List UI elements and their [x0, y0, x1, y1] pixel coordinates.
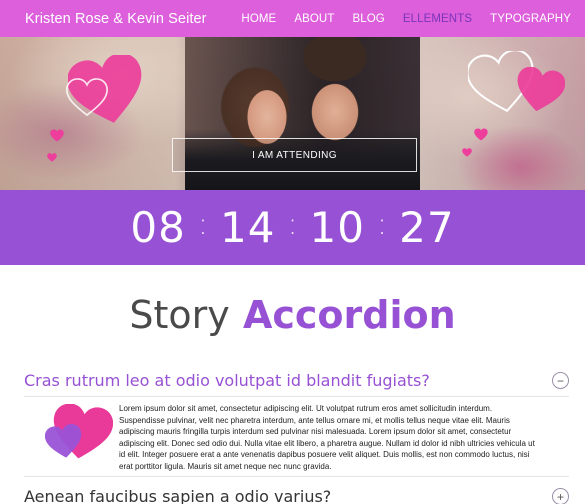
countdown-separator: : — [287, 207, 298, 242]
accordion-item-1: Cras rutrum leo at odio volutpat id blan… — [24, 371, 569, 390]
accordion-body-1: Lorem ipsum dolor sit amet, consectetur … — [24, 403, 569, 472]
countdown-days: 08 — [130, 203, 186, 252]
nav-ellements[interactable]: ELLEMENTS — [403, 13, 472, 25]
heart-icon — [517, 67, 565, 112]
hearts-image — [24, 403, 119, 463]
section-title-light: Story — [129, 293, 230, 337]
small-heart-icon — [47, 153, 57, 162]
heart-icon — [45, 424, 82, 458]
countdown-separator: : — [197, 207, 208, 242]
countdown-separator: : — [377, 207, 388, 242]
accordion-divider — [24, 396, 569, 397]
accordion-content-text: Lorem ipsum dolor sit amet, consectetur … — [119, 404, 535, 471]
section-title: Story Accordion — [0, 293, 585, 337]
collapse-icon[interactable]: − — [552, 372, 569, 389]
nav-typography[interactable]: TYPOGRAPHY — [490, 13, 571, 25]
nav-blog[interactable]: BLOG — [352, 13, 384, 25]
accordion-header-2[interactable]: Aenean faucibus sapien a odio varius? + — [24, 487, 569, 504]
accordion-header-1[interactable]: Cras rutrum leo at odio volutpat id blan… — [24, 371, 569, 390]
small-heart-icon — [462, 148, 472, 157]
heart-outline-icon — [66, 78, 108, 117]
top-navbar: Kristen Rose & Kevin Seiter HOME ABOUT B… — [0, 0, 585, 37]
site-brand[interactable]: Kristen Rose & Kevin Seiter — [25, 11, 207, 27]
accordion-item-2: Aenean faucibus sapien a odio varius? + — [24, 487, 569, 504]
countdown-seconds: 27 — [399, 203, 455, 252]
expand-icon[interactable]: + — [552, 488, 569, 504]
nav-home[interactable]: HOME — [241, 13, 276, 25]
accordion-title-1[interactable]: Cras rutrum leo at odio volutpat id blan… — [24, 371, 430, 390]
countdown-minutes: 10 — [309, 203, 365, 252]
small-heart-icon — [474, 128, 488, 141]
hero-banner: I AM ATTENDING — [0, 37, 585, 190]
nav-about[interactable]: ABOUT — [294, 13, 334, 25]
attending-button[interactable]: I AM ATTENDING — [172, 138, 417, 172]
accordion-divider — [24, 476, 569, 477]
countdown-hours: 14 — [219, 203, 276, 252]
section-title-bold: Accordion — [242, 293, 456, 337]
small-heart-icon — [50, 129, 64, 142]
main-nav: HOME ABOUT BLOG ELLEMENTS TYPOGRAPHY — [223, 13, 571, 25]
countdown-timer: 08 : 14 : 10 : 27 — [0, 190, 585, 265]
accordion-title-2[interactable]: Aenean faucibus sapien a odio varius? — [24, 487, 331, 504]
